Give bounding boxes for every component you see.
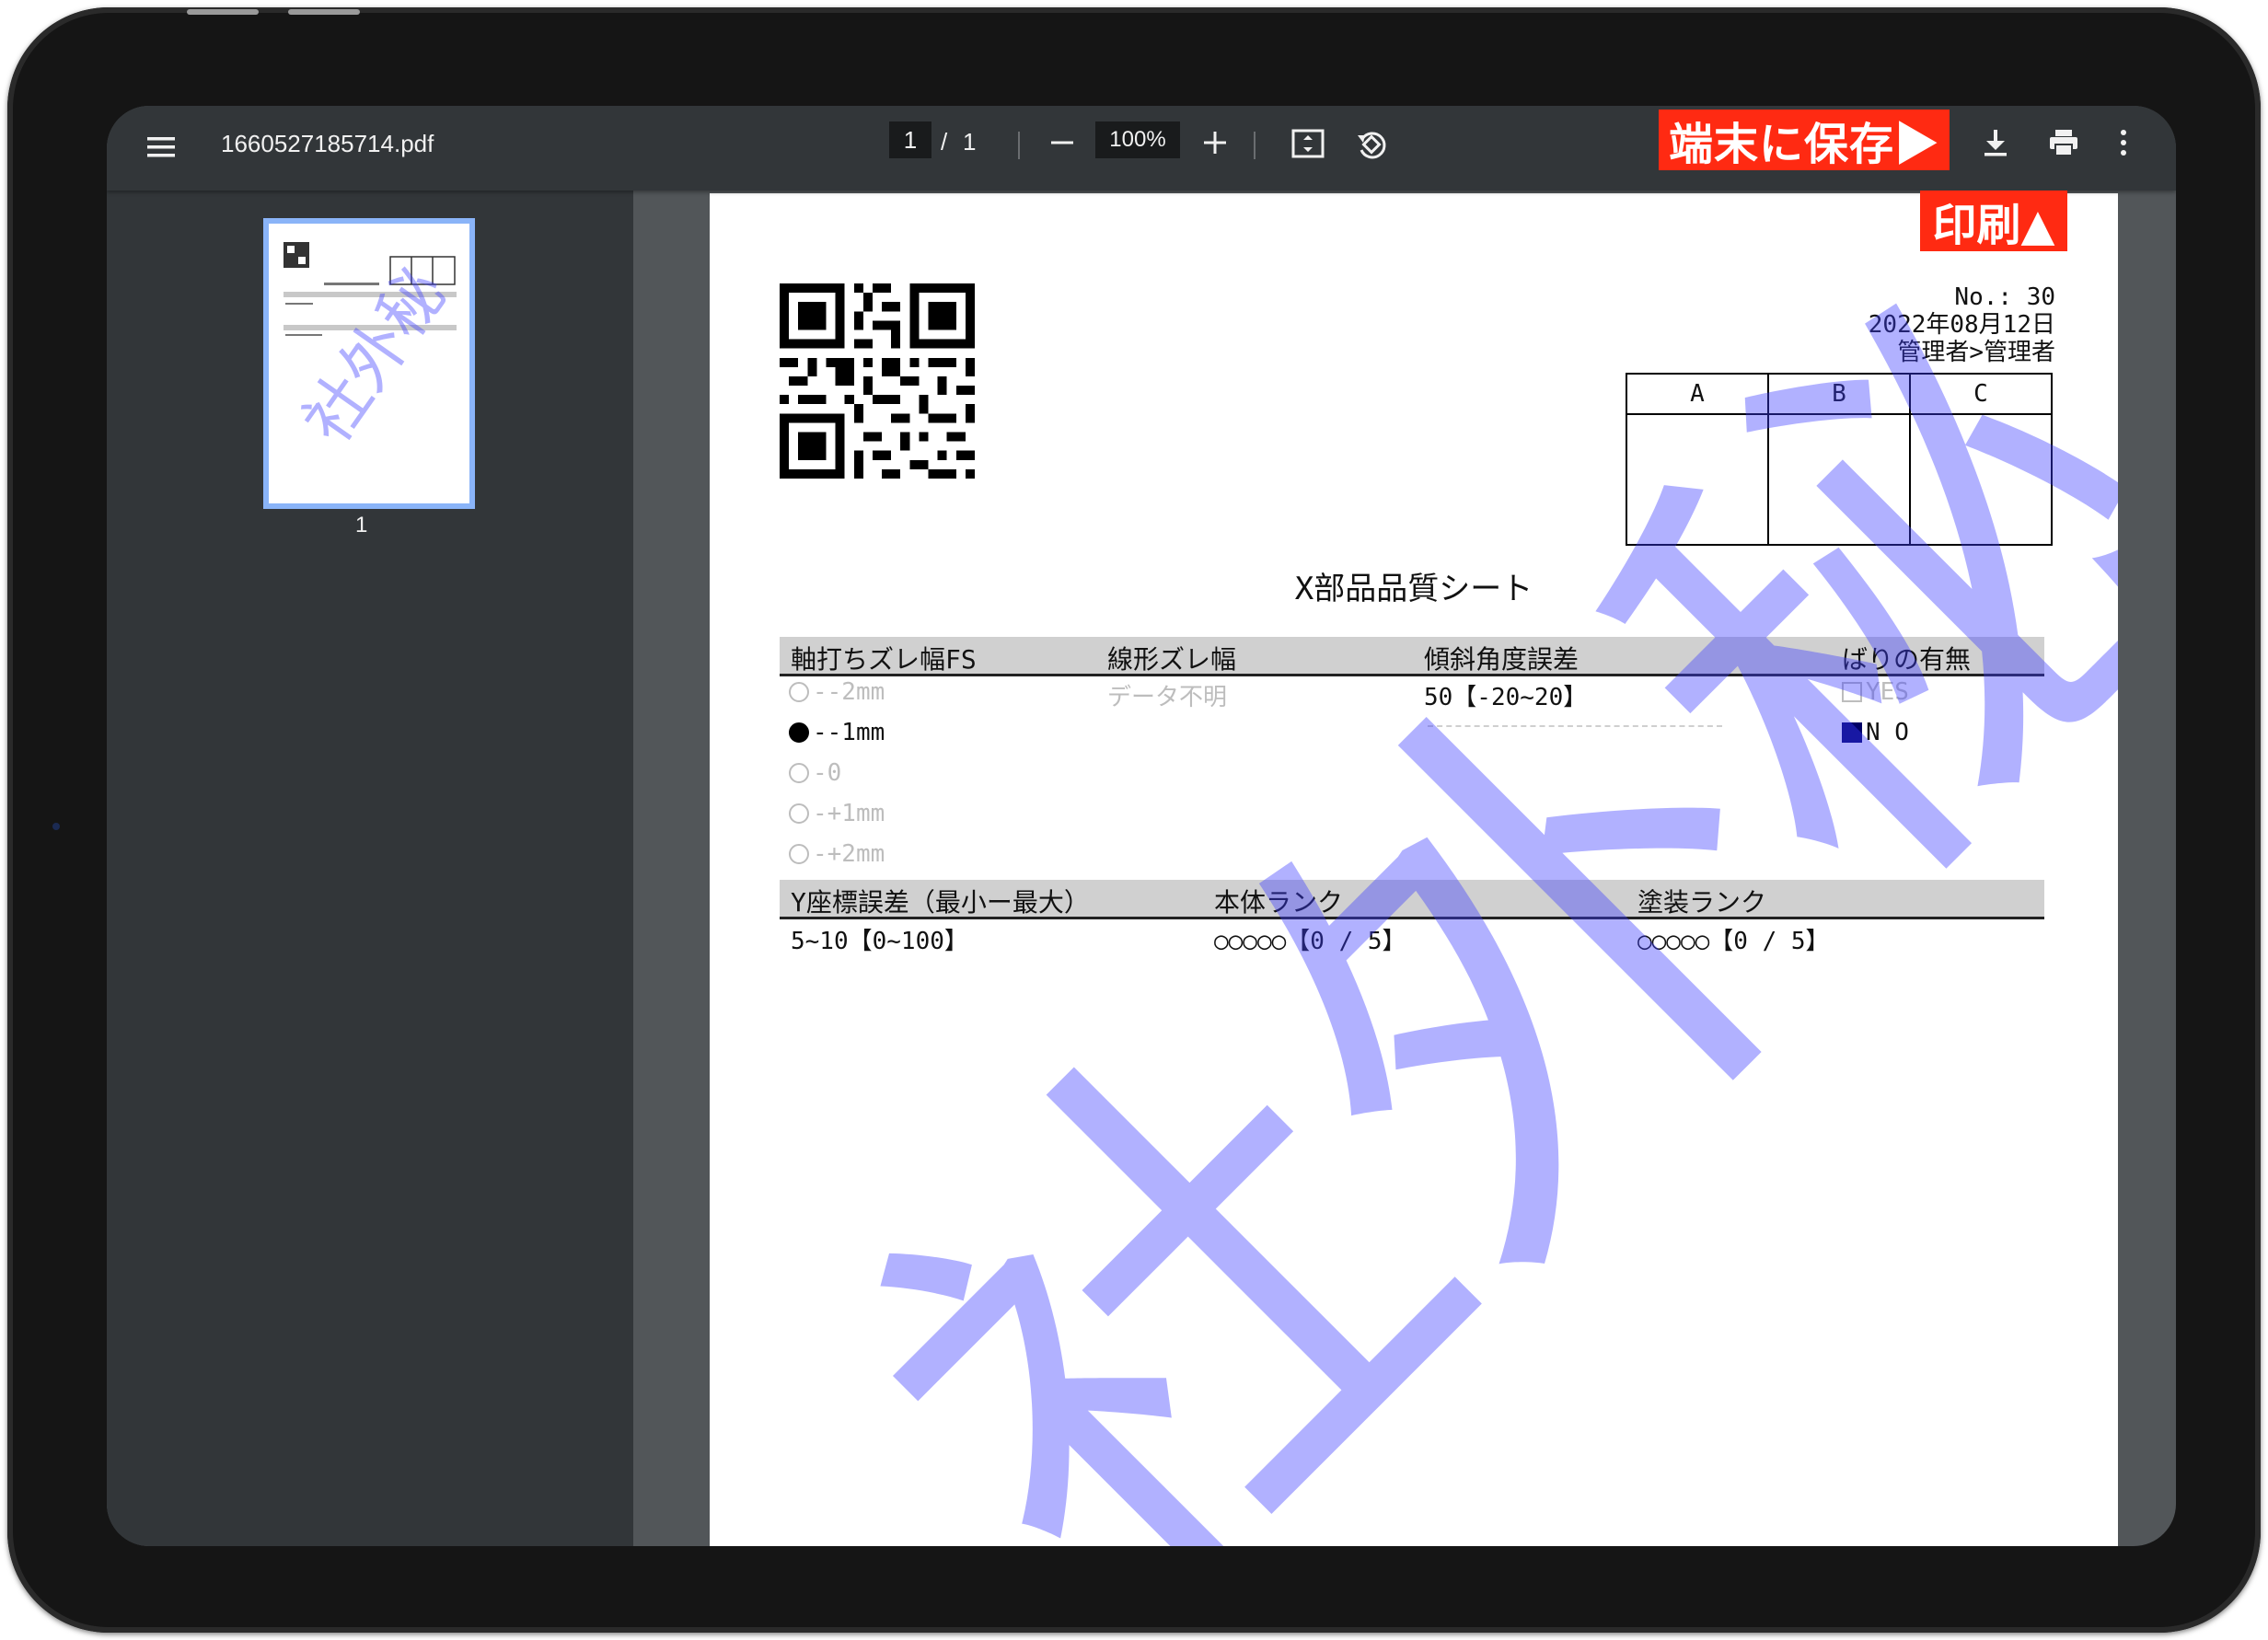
plus-icon[interactable] — [1197, 124, 1233, 161]
minus-icon[interactable] — [1044, 124, 1081, 161]
linear-offset-value: データ不明 — [1107, 684, 1228, 711]
fit-page-icon[interactable] — [1289, 124, 1327, 163]
download-icon[interactable] — [1975, 122, 2016, 163]
header-y-error: Y座標誤差（最小ー最大） — [791, 887, 1090, 918]
approval-cell — [1767, 413, 1911, 546]
header-burr: ばりの有無 — [1842, 644, 1972, 675]
tablet-frame: 1660527185714.pdf 1 / 1 100% 端末に保存▶ 印刷▲ … — [7, 7, 2261, 1633]
angle-range-bar — [1428, 725, 1722, 727]
header-coating-rank: 塗装ランク — [1637, 887, 1767, 918]
coating-rank-value: ○○○○○【0 / 5】 — [1637, 928, 1830, 955]
radio-empty-icon — [789, 763, 809, 783]
approval-header-c: C — [1909, 373, 2053, 415]
header-body-rank: 本体ランク — [1214, 887, 1344, 918]
radio-empty-icon — [789, 844, 809, 864]
document-admin: 管理者>管理者 — [1897, 339, 2055, 366]
page-separator: / — [941, 128, 948, 156]
thumbnail-page-number: 1 — [355, 513, 368, 537]
file-name: 1660527185714.pdf — [221, 130, 434, 157]
print-annotation: 印刷▲ — [1920, 191, 2067, 251]
more-vertical-icon[interactable] — [2110, 122, 2137, 163]
y-error-value: 5~10【0~100】 — [791, 928, 968, 955]
burr-option-checked: N O — [1842, 719, 1909, 746]
radio-option: -0 — [789, 759, 841, 787]
header-angle-error: 傾斜角度誤差 — [1424, 644, 1580, 675]
rotate-icon[interactable] — [1351, 124, 1392, 165]
pdf-viewer-screen: 1660527185714.pdf 1 / 1 100% 端末に保存▶ 印刷▲ … — [107, 106, 2176, 1546]
section2-header-row: Y座標誤差（最小ー最大） 本体ランク 塗装ランク — [780, 880, 2044, 919]
radio-option-selected: --1mm — [789, 719, 885, 746]
approval-table: A B C — [1626, 373, 2053, 546]
angle-error-value: 50【-20~20】 — [1424, 684, 1588, 711]
approval-header-a: A — [1626, 373, 1769, 415]
viewer-toolbar: 1660527185714.pdf 1 / 1 100% 端末に保存▶ — [107, 106, 2176, 191]
radio-option: --2mm — [789, 678, 885, 706]
menu-icon[interactable] — [140, 126, 182, 168]
page-thumbnail[interactable]: 社外秘 — [263, 218, 475, 509]
radio-option: -+2mm — [789, 840, 885, 868]
approval-cell — [1626, 413, 1769, 546]
checkbox-filled-icon — [1842, 722, 1862, 743]
radio-option: -+1mm — [789, 800, 885, 827]
document-meta: No.: 30 2022年08月12日 管理者>管理者 — [1869, 283, 2055, 366]
print-icon[interactable] — [2043, 122, 2084, 163]
qr-code — [780, 283, 975, 479]
document-date: 2022年08月12日 — [1868, 311, 2055, 339]
total-pages: 1 — [963, 128, 977, 156]
volume-button — [288, 9, 360, 15]
volume-button — [187, 9, 259, 15]
approval-cell — [1909, 413, 2053, 546]
approval-header-b: B — [1767, 373, 1911, 415]
document-number: No.: 30 — [1954, 283, 2055, 311]
radio-empty-icon — [789, 803, 809, 824]
zoom-level[interactable]: 100% — [1095, 121, 1180, 158]
front-camera — [52, 823, 60, 830]
pdf-page: No.: 30 2022年08月12日 管理者>管理者 A B C X部品品質シ… — [710, 193, 2118, 1546]
section1-header-row: 軸打ちズレ幅FS 線形ズレ幅 傾斜角度誤差 ばりの有無 — [780, 637, 2044, 676]
header-shaft-offset: 軸打ちズレ幅FS — [791, 644, 977, 675]
body-rank-value: ○○○○○【0 / 5】 — [1214, 928, 1406, 955]
document-title: X部品品質シート — [1294, 571, 1533, 607]
thumbnail-sidebar: 社外秘 1 — [107, 191, 633, 1546]
page-number-input[interactable]: 1 — [889, 121, 932, 158]
radio-filled-icon — [789, 722, 809, 743]
header-linear-offset: 線形ズレ幅 — [1107, 644, 1237, 675]
toolbar-divider — [1018, 132, 1020, 159]
radio-empty-icon — [789, 682, 809, 702]
checkbox-empty-icon — [1842, 682, 1862, 702]
save-to-device-annotation: 端末に保存▶ — [1659, 110, 1950, 170]
thumbnail-preview — [284, 242, 457, 336]
toolbar-divider — [1254, 132, 1256, 159]
burr-option: YES — [1842, 678, 1909, 706]
